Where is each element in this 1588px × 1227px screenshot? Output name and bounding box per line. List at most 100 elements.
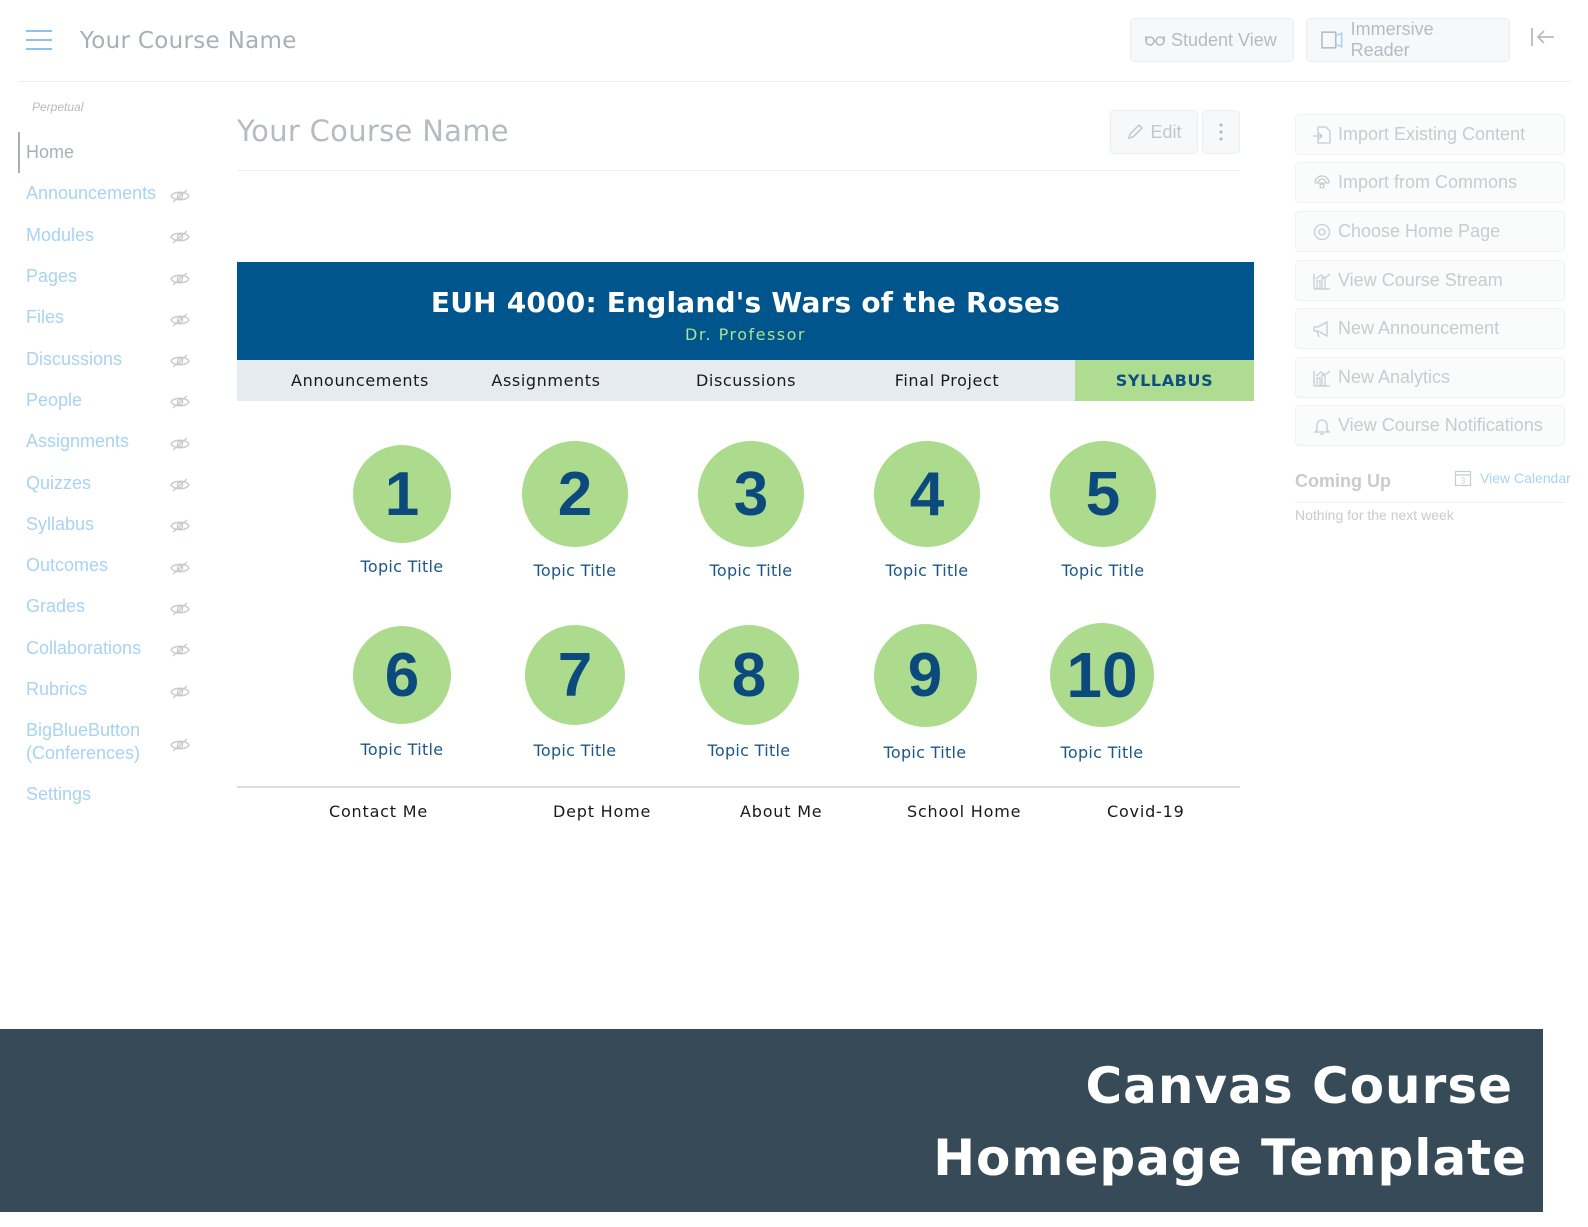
topic-5-link[interactable]: 5 Topic Title bbox=[1033, 441, 1173, 580]
sidebar-item-label: Quizzes bbox=[26, 472, 92, 493]
topic-9-link[interactable]: 9 Topic Title bbox=[855, 623, 995, 762]
promo-title-line-1: Canvas Course bbox=[1085, 1057, 1513, 1115]
topic-10-link[interactable]: 10 Topic Title bbox=[1032, 623, 1172, 762]
button-label: Choose Home Page bbox=[1338, 221, 1501, 241]
student-view-button[interactable]: Student View bbox=[1130, 18, 1294, 62]
coming-up-heading: Coming Up bbox=[1295, 471, 1391, 491]
sidebar-item-label: Discussions bbox=[26, 348, 123, 369]
topic-4-link[interactable]: 4 Topic Title bbox=[857, 441, 997, 580]
sidebar-item-home[interactable]: Home bbox=[18, 132, 198, 174]
import-existing-content-button[interactable]: Import Existing Content bbox=[1295, 114, 1565, 155]
topic-title: Topic Title bbox=[707, 741, 791, 760]
hamburger-menu-icon[interactable] bbox=[26, 30, 52, 50]
button-label: New Analytics bbox=[1338, 367, 1451, 387]
sidebar-item-grades[interactable]: Grades bbox=[18, 586, 198, 627]
course-banner: EUH 4000: England's Wars of the Roses Dr… bbox=[237, 262, 1254, 360]
hidden-from-students-icon bbox=[170, 683, 190, 699]
topic-8-link[interactable]: 8 Topic Title bbox=[679, 625, 819, 760]
footer-link-about-me[interactable]: About Me bbox=[740, 802, 822, 821]
sidebar-item-label: Pages bbox=[26, 266, 78, 287]
sidebar-item-pages[interactable]: Pages bbox=[18, 256, 198, 297]
sidebar-item-label: Announcements bbox=[26, 183, 157, 204]
view-calendar-link[interactable]: 3 View Calendar bbox=[1454, 469, 1571, 487]
target-icon bbox=[1312, 222, 1332, 242]
sidebar-item-assignments[interactable]: Assignments bbox=[18, 421, 198, 462]
sidebar-item-label: Syllabus bbox=[26, 513, 95, 534]
tab-syllabus[interactable]: SYLLABUS bbox=[1075, 360, 1254, 401]
sidebar-item-files[interactable]: Files bbox=[18, 297, 198, 338]
bell-icon bbox=[1312, 416, 1332, 436]
kebab-menu-icon bbox=[1219, 123, 1223, 141]
topic-number-circle: 10 bbox=[1050, 623, 1154, 727]
view-course-notifications-button[interactable]: View Course Notifications bbox=[1295, 405, 1565, 446]
new-announcement-button[interactable]: New Announcement bbox=[1295, 308, 1565, 349]
topic-6-link[interactable]: 6 Topic Title bbox=[332, 626, 472, 759]
footer-link-covid-19[interactable]: Covid-19 bbox=[1107, 802, 1185, 821]
more-options-button[interactable] bbox=[1202, 110, 1240, 154]
topic-number-circle: 9 bbox=[873, 623, 977, 727]
topic-number-circle: 8 bbox=[699, 625, 799, 725]
topic-7-link[interactable]: 7 Topic Title bbox=[505, 625, 645, 760]
promo-title-line-2: Homepage Template bbox=[933, 1129, 1527, 1187]
top-header: Your Course Name Student View Immersive … bbox=[18, 0, 1570, 82]
footer-link-dept-home[interactable]: Dept Home bbox=[553, 802, 651, 821]
sidebar-item-bigbluebutton-conferences[interactable]: BigBlueButton (Conferences) bbox=[18, 710, 198, 774]
sidebar-item-quizzes[interactable]: Quizzes bbox=[18, 462, 198, 503]
sidebar-item-syllabus[interactable]: Syllabus bbox=[18, 504, 198, 545]
sidebar-item-label: Outcomes bbox=[26, 555, 109, 576]
sidebar-item-settings[interactable]: Settings bbox=[18, 774, 198, 815]
import-from-commons-button[interactable]: Import from Commons bbox=[1295, 162, 1565, 203]
sidebar-item-outcomes[interactable]: Outcomes bbox=[18, 545, 198, 586]
topic-title: Topic Title bbox=[360, 740, 444, 759]
immersive-reader-button[interactable]: Immersive Reader bbox=[1306, 18, 1510, 62]
hidden-from-students-icon bbox=[170, 311, 190, 327]
coming-up-divider bbox=[1295, 502, 1565, 503]
new-analytics-button[interactable]: New Analytics bbox=[1295, 357, 1565, 398]
topic-title: Topic Title bbox=[885, 561, 969, 580]
sidebar-item-announcements[interactable]: Announcements bbox=[18, 173, 198, 214]
topic-title: Topic Title bbox=[533, 561, 617, 580]
hidden-from-students-icon bbox=[170, 435, 190, 451]
sidebar-item-discussions[interactable]: Discussions bbox=[18, 338, 198, 379]
promo-banner: Canvas Course Homepage Template bbox=[0, 1029, 1543, 1212]
tab-discussions[interactable]: Discussions bbox=[661, 360, 831, 401]
sidebar-item-people[interactable]: People bbox=[18, 380, 198, 421]
view-course-stream-button[interactable]: View Course Stream bbox=[1295, 260, 1565, 301]
sidebar-item-collaborations[interactable]: Collaborations bbox=[18, 628, 198, 669]
footer-divider bbox=[237, 786, 1240, 788]
megaphone-icon bbox=[1312, 319, 1332, 339]
button-label: View Course Stream bbox=[1338, 270, 1503, 290]
button-label: Import from Commons bbox=[1338, 172, 1518, 192]
heading-divider bbox=[237, 170, 1240, 171]
topic-number-circle: 1 bbox=[353, 445, 451, 543]
page-title: Your Course Name bbox=[237, 114, 509, 148]
topic-3-link[interactable]: 3 Topic Title bbox=[681, 441, 821, 580]
footer-link-school-home[interactable]: School Home bbox=[907, 802, 1021, 821]
topic-2-link[interactable]: 2 Topic Title bbox=[505, 441, 645, 580]
sidebar-item-label: Collaborations bbox=[26, 637, 142, 658]
button-label: View Course Notifications bbox=[1338, 415, 1543, 435]
sidebar-item-label: Rubrics bbox=[26, 679, 88, 699]
course-breadcrumb[interactable]: Your Course Name bbox=[80, 28, 297, 54]
hidden-from-students-icon bbox=[170, 228, 190, 244]
topic-1-link[interactable]: 1 Topic Title bbox=[332, 445, 472, 576]
hidden-from-students-icon bbox=[170, 352, 190, 368]
collapse-sidebar-icon[interactable] bbox=[1530, 26, 1560, 56]
hidden-from-students-icon bbox=[170, 641, 190, 657]
hidden-from-students-icon bbox=[170, 517, 190, 533]
tab-assignments[interactable]: Assignments bbox=[461, 360, 631, 401]
choose-home-page-button[interactable]: Choose Home Page bbox=[1295, 211, 1565, 252]
student-view-label: Student View bbox=[1171, 29, 1277, 50]
immersive-reader-label: Immersive Reader bbox=[1350, 19, 1434, 60]
footer-link-contact-me[interactable]: Contact Me bbox=[329, 802, 428, 821]
sidebar-item-rubrics[interactable]: Rubrics bbox=[18, 669, 198, 710]
hidden-from-students-icon bbox=[170, 559, 190, 575]
glasses-icon bbox=[1145, 36, 1165, 46]
topic-title: Topic Title bbox=[1061, 561, 1145, 580]
tab-final-project[interactable]: Final Project bbox=[861, 360, 1033, 401]
sidebar-item-label: Assignments bbox=[26, 431, 130, 452]
edit-button[interactable]: Edit bbox=[1110, 110, 1198, 154]
import-icon bbox=[1312, 125, 1332, 145]
tab-announcements[interactable]: Announcements bbox=[255, 360, 465, 401]
sidebar-item-modules[interactable]: Modules bbox=[18, 215, 198, 256]
